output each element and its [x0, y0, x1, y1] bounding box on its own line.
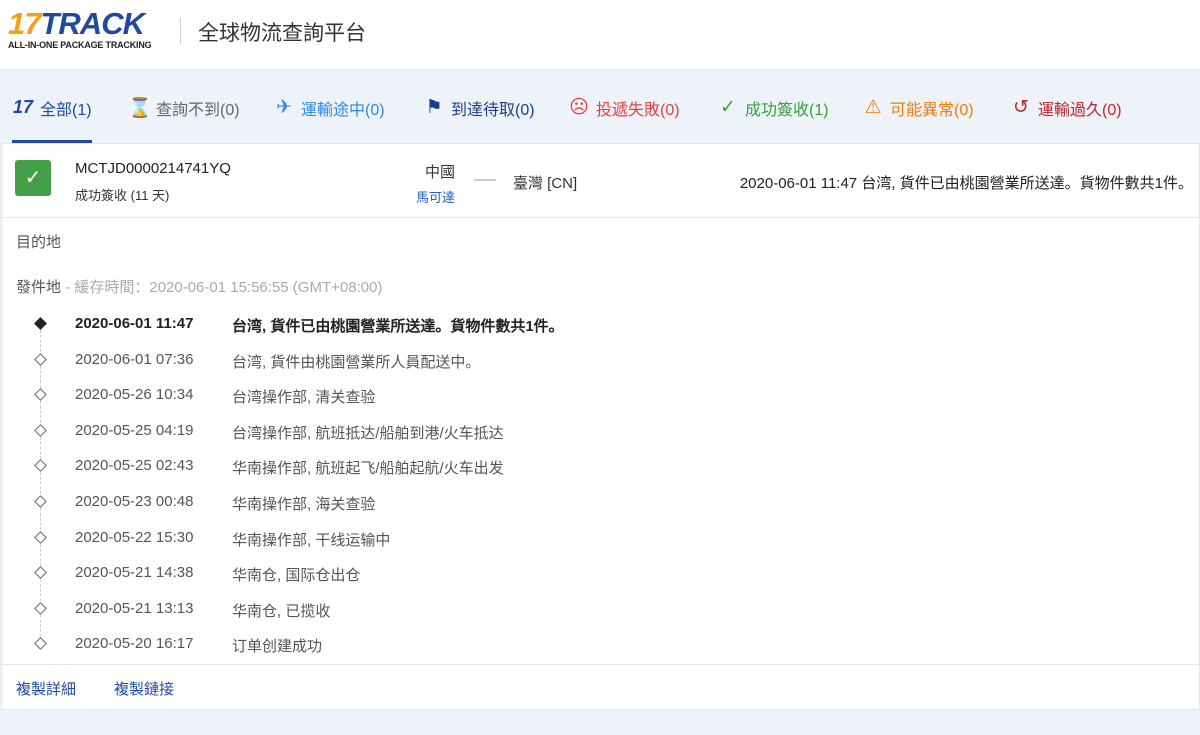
event-date: 2020-05-20 16:17: [75, 635, 194, 653]
tab-icon: ↺: [1013, 97, 1029, 118]
event-date: 2020-05-21 14:38: [75, 564, 194, 582]
tab-6[interactable]: ⚠ 可能異常(0): [862, 72, 974, 143]
timeline-event: 2020-05-26 10:34 台湾操作部, 清关查验: [2, 377, 1199, 424]
event-date: 2020-05-25 04:19: [75, 421, 194, 439]
diamond-icon: [34, 637, 47, 651]
tab-label: 成功簽收(1): [745, 101, 829, 119]
timeline-event: 2020-05-21 14:38 华南仓, 国际仓出仓: [2, 555, 1199, 602]
timeline-event: 2020-05-22 15:30 华南操作部, 干线运输中: [2, 520, 1199, 566]
tab-0[interactable]: 17 全部(1): [12, 72, 92, 143]
tab-icon: ⚑: [425, 97, 443, 118]
tracking-number: MCTJD0000214741YQ: [75, 160, 231, 177]
page-title: 全球物流查詢平台: [198, 22, 366, 45]
event-text: 华南操作部, 海关查验: [232, 495, 376, 513]
tab-label: 運輸途中(0): [301, 101, 385, 119]
tab-icon: ☹: [569, 97, 589, 118]
event-text: 华南仓, 已揽收: [232, 602, 331, 620]
timeline-event: 2020-05-25 02:43 华南操作部, 航班起飞/船舶起航/火车出发: [2, 448, 1199, 495]
event-date: 2020-05-21 13:13: [75, 599, 194, 617]
tab-icon: ✓: [720, 97, 736, 118]
tab-label: 投遞失敗(0): [596, 101, 680, 119]
diamond-icon: [34, 601, 47, 615]
diamond-icon: [34, 423, 47, 437]
diamond-icon: [34, 352, 47, 366]
tab-5[interactable]: ✓ 成功簽收(1): [717, 72, 829, 143]
destination-label: 目的地: [16, 234, 62, 251]
header: 17TRACK ALL-IN-ONE PACKAGE TRACKING 全球物流…: [0, 0, 1200, 70]
event-date: 2020-06-01 07:36: [75, 350, 194, 368]
copy-details-link[interactable]: 複製詳細: [16, 678, 76, 699]
event-text: 台湾, 貨件由桃園營業所人員配送中。: [232, 353, 481, 371]
tab-label: 到達待取(0): [451, 101, 535, 119]
event-text: 台湾, 貨件已由桃園營業所送達。貨物件數共1件。: [232, 318, 564, 335]
tab-7[interactable]: ↺ 運輸過久(0): [1010, 72, 1122, 143]
timeline-event: 2020-05-23 00:48 华南操作部, 海关查验: [2, 484, 1199, 530]
tab-label: 查詢不到(0): [156, 101, 240, 119]
divider: [180, 18, 181, 44]
event-text: 华南仓, 国际仓出仓: [232, 567, 361, 585]
event-text: 华南操作部, 干线运输中: [232, 531, 391, 549]
diamond-icon: [34, 317, 47, 330]
event-date: 2020-05-23 00:48: [75, 492, 194, 510]
timeline-event: 2020-05-25 04:19 台湾操作部, 航班抵达/船舶到港/火车抵达: [2, 413, 1199, 459]
tab-icon: ⌛: [128, 97, 152, 119]
tab-1[interactable]: ⌛ 查詢不到(0): [128, 72, 240, 143]
status-tabs: 17 全部(1) ⌛ 查詢不到(0) ✈ 運輸途中(0) ⚑ 到達待取(0) ☹ 投遞失敗(0) ✓…: [0, 72, 1200, 143]
event-text: 华南操作部, 航班起飞/船舶起航/火车出发: [232, 460, 504, 478]
event-date: 2020-06-01 11:47: [75, 315, 194, 332]
event-date: 2020-05-26 10:34: [75, 386, 194, 404]
carrier-link[interactable]: 馬可達: [416, 187, 455, 206]
event-date: 2020-05-22 15:30: [75, 528, 194, 546]
shipment-status: 成功簽收 (11 天): [75, 188, 170, 203]
tab-icon: ⚠: [864, 97, 882, 118]
tab-3[interactable]: ⚑ 到達待取(0): [423, 72, 535, 143]
tab-label: 全部(1): [40, 101, 92, 119]
diamond-icon: [34, 459, 47, 473]
event-text: 订单创建成功: [232, 638, 323, 656]
shipment-card: ✓ MCTJD0000214741YQ 成功簽收 (11 天) 中國 馬可達 臺…: [1, 143, 1200, 710]
event-text: 台湾操作部, 清关查验: [232, 389, 376, 407]
timeline-event: 2020-05-20 16:17 订单创建成功: [2, 626, 1199, 662]
event-date: 2020-05-25 02:43: [75, 457, 194, 475]
event-text: 台湾操作部, 航班抵达/船舶到港/火车抵达: [232, 424, 504, 442]
origin-country: 中國 馬可達: [415, 164, 455, 206]
timeline-event: 2020-05-21 13:13 华南仓, 已揽收: [2, 591, 1199, 637]
tab-4[interactable]: ☹ 投遞失敗(0): [568, 72, 680, 143]
timeline: 2020-06-01 11:47 台湾, 貨件已由桃園營業所送達。貨物件數共1件。…: [2, 306, 1199, 662]
latest-event: 2020-06-01 11:47 台湾, 貨件已由桃園營業所送達。貨物件數共1件…: [739, 175, 1193, 192]
tab-icon: ✈: [276, 97, 292, 118]
diamond-icon: [34, 530, 47, 544]
tab-label: 可能異常(0): [890, 101, 974, 119]
diamond-icon: [34, 566, 47, 580]
tab-icon: 17: [12, 97, 34, 117]
tab-label: 運輸過久(0): [1038, 101, 1122, 119]
origin-label: 發件地 - 緩存時間：2020-06-01 15:56:55 (GMT+08:0…: [16, 279, 383, 296]
diamond-icon: [34, 388, 47, 402]
destination-country: 臺灣 [CN]: [513, 175, 578, 192]
diamond-icon: [34, 495, 47, 508]
copy-link-link[interactable]: 複製鏈接: [114, 678, 174, 699]
delivered-check-icon: ✓: [15, 160, 51, 196]
timeline-event: 2020-06-01 11:47 台湾, 貨件已由桃園營業所送達。貨物件數共1件。: [2, 306, 1199, 352]
shipment-summary[interactable]: ✓ MCTJD0000214741YQ 成功簽收 (11 天) 中國 馬可達 臺…: [2, 144, 1199, 218]
card-footer: 複製詳細 複製鏈接: [2, 664, 1199, 710]
timeline-event: 2020-06-01 07:36 台湾, 貨件由桃園營業所人員配送中。: [2, 342, 1199, 388]
arrow-icon: [474, 179, 496, 181]
logo[interactable]: 17TRACK ALL-IN-ONE PACKAGE TRACKING: [8, 8, 152, 51]
tab-2[interactable]: ✈ 運輸途中(0): [273, 72, 385, 143]
